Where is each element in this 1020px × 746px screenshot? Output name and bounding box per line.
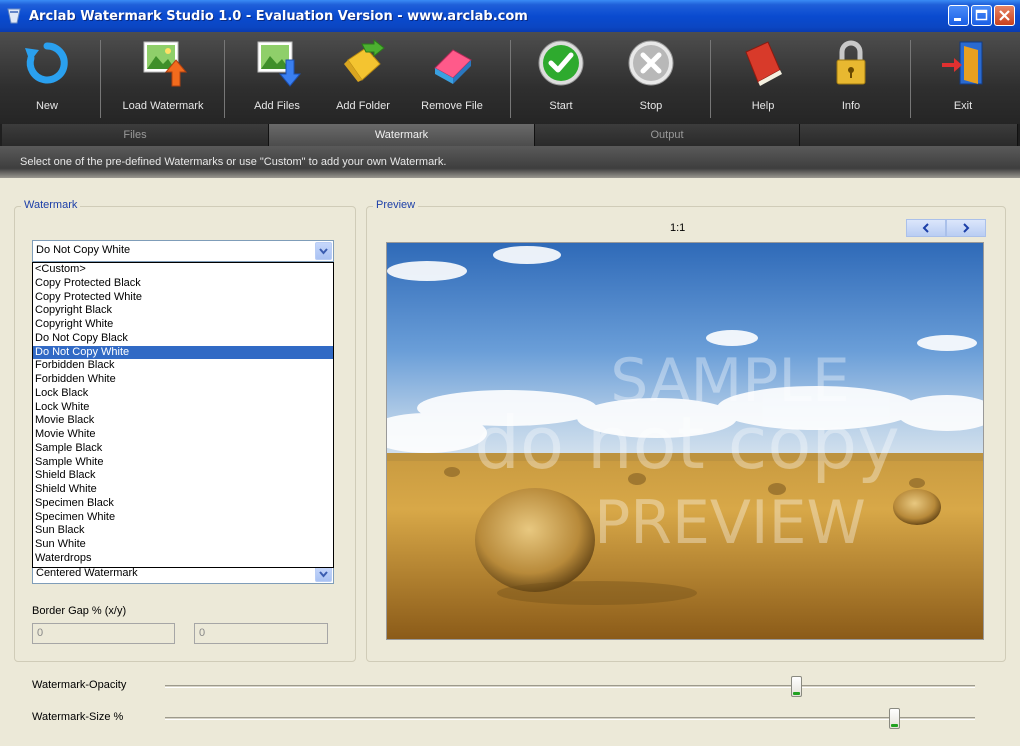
- close-button[interactable]: [994, 5, 1015, 26]
- tab-files[interactable]: Files: [2, 124, 269, 146]
- dropdown-option[interactable]: Sample Black: [33, 442, 333, 456]
- next-button[interactable]: [946, 219, 986, 237]
- dropdown-option[interactable]: Sun Black: [33, 524, 333, 538]
- chevron-right-icon: [963, 223, 970, 233]
- dropdown-arrow-button[interactable]: [315, 242, 332, 260]
- load-watermark-button[interactable]: Load Watermark: [112, 32, 214, 124]
- image-upload-icon: [143, 41, 188, 87]
- border-gap-label: Border Gap % (x/y): [32, 605, 127, 617]
- dropdown-option[interactable]: Movie White: [33, 428, 333, 442]
- maximize-button[interactable]: [971, 5, 992, 26]
- watermark-dropdown-list[interactable]: <Custom> Copy Protected Black Copy Protect…: [32, 262, 334, 568]
- add-files-button[interactable]: Add Files: [240, 32, 314, 124]
- title-bar[interactable]: Arclab Watermark Studio 1.0 - Evaluation…: [0, 0, 1020, 32]
- refresh-icon: [25, 42, 68, 84]
- dropdown-option[interactable]: Copy Protected Black: [33, 277, 333, 291]
- minimize-button[interactable]: [948, 5, 969, 26]
- dropdown-option[interactable]: Copy Protected White: [33, 291, 333, 305]
- tab-watermark[interactable]: Watermark: [269, 124, 535, 146]
- dropdown-option[interactable]: Sun White: [33, 538, 333, 552]
- dropdown-option[interactable]: Lock Black: [33, 387, 333, 401]
- opacity-slider-thumb[interactable]: [791, 676, 803, 697]
- size-slider-thumb[interactable]: [888, 708, 900, 729]
- dropdown-option[interactable]: Specimen Black: [33, 497, 333, 511]
- opacity-slider-track[interactable]: [165, 685, 975, 688]
- hay-field-photo: SAMPLE do not copy PREVIEW: [387, 243, 983, 639]
- new-button[interactable]: New: [14, 32, 80, 124]
- watermark-select[interactable]: Do Not Copy White: [32, 240, 334, 262]
- dropdown-option[interactable]: Lock White: [33, 401, 333, 415]
- dropdown-option[interactable]: Copyright Black: [33, 304, 333, 318]
- close-icon: [999, 10, 1010, 21]
- dropdown-option[interactable]: Sample White: [33, 456, 333, 470]
- tab-output[interactable]: Output: [535, 124, 800, 146]
- toolbar: New Load Watermark Add Files Add Folder: [0, 32, 1020, 124]
- preview-nav: [906, 219, 986, 237]
- chevron-down-icon: [319, 248, 328, 255]
- dropdown-option[interactable]: Forbidden White: [33, 373, 333, 387]
- watermark-line-2: do not copy: [474, 401, 899, 485]
- remove-file-button[interactable]: Remove File: [412, 32, 492, 124]
- dropdown-option[interactable]: Movie Black: [33, 414, 333, 428]
- watermark-group-label: Watermark: [21, 199, 81, 211]
- start-button[interactable]: Start: [528, 32, 594, 124]
- zoom-level: 1:1: [670, 222, 686, 234]
- watermark-line-3: PREVIEW: [594, 488, 866, 558]
- eraser-icon: [434, 49, 472, 84]
- toolbar-separator: [224, 40, 225, 118]
- lock-icon: [836, 40, 866, 85]
- dropdown-option[interactable]: <Custom>: [33, 263, 333, 277]
- border-gap-x-field[interactable]: 0: [32, 623, 175, 644]
- exit-door-icon: [942, 41, 983, 85]
- tab-empty: [800, 124, 1018, 146]
- toolbar-separator: [710, 40, 711, 118]
- info-bar: Select one of the pre-defined Watermarks…: [0, 146, 1020, 178]
- dropdown-option[interactable]: Copyright White: [33, 318, 333, 332]
- toolbar-separator: [100, 40, 101, 118]
- dropdown-option[interactable]: Forbidden Black: [33, 359, 333, 373]
- dropdown-option[interactable]: Waterdrops: [33, 552, 333, 566]
- exit-button[interactable]: Exit: [930, 32, 996, 124]
- stop-icon: [628, 40, 674, 86]
- stop-button[interactable]: Stop: [618, 32, 684, 124]
- size-label: Watermark-Size %: [32, 711, 124, 723]
- dropdown-arrow-button[interactable]: [315, 566, 332, 582]
- tab-bar: Files Watermark Output: [0, 124, 1020, 146]
- preview-image: SAMPLE do not copy PREVIEW: [386, 242, 984, 640]
- dropdown-option[interactable]: Shield Black: [33, 469, 333, 483]
- opacity-label: Watermark-Opacity: [32, 679, 127, 691]
- toolbar-separator: [910, 40, 911, 118]
- checkmark-icon: [538, 40, 584, 86]
- chevron-left-icon: [922, 223, 929, 233]
- app-icon: [5, 7, 23, 25]
- dropdown-option[interactable]: Specimen White: [33, 511, 333, 525]
- window-title: Arclab Watermark Studio 1.0 - Evaluation…: [29, 8, 528, 24]
- chevron-down-icon: [319, 571, 328, 578]
- help-button[interactable]: Help: [730, 32, 796, 124]
- dropdown-option[interactable]: Do Not Copy White: [33, 345, 333, 360]
- book-icon: [745, 41, 782, 86]
- add-image-icon: [257, 41, 302, 87]
- previous-button[interactable]: [906, 219, 946, 237]
- toolbar-separator: [510, 40, 511, 118]
- maximize-icon: [975, 9, 988, 21]
- preview-group-label: Preview: [373, 199, 419, 211]
- folder-add-icon: [344, 38, 385, 82]
- add-folder-button[interactable]: Add Folder: [326, 32, 400, 124]
- info-button[interactable]: Info: [818, 32, 884, 124]
- border-gap-y-field[interactable]: 0: [194, 623, 328, 644]
- minimize-icon: [954, 18, 961, 21]
- dropdown-option[interactable]: Shield White: [33, 483, 333, 497]
- size-slider-track[interactable]: [165, 717, 975, 720]
- dropdown-option[interactable]: Do Not Copy Black: [33, 332, 333, 346]
